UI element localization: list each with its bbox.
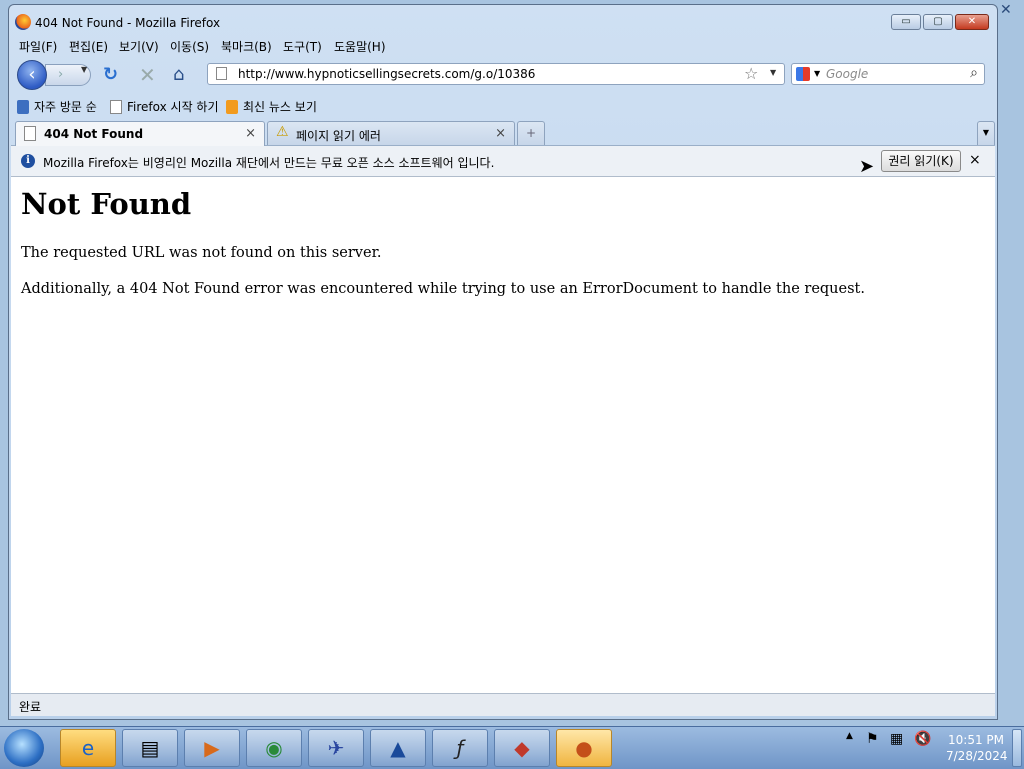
error-message: The requested URL was not found on this …: [21, 245, 382, 261]
menu-view[interactable]: 보기(V): [119, 38, 159, 55]
url-text[interactable]: http://www.hypnoticsellingsecrets.com/g.…: [238, 67, 535, 81]
page-icon: [110, 100, 122, 114]
start-button[interactable]: [4, 729, 44, 767]
menu-edit[interactable]: 편집(E): [69, 38, 108, 55]
jet-icon[interactable]: ✈: [308, 729, 364, 767]
bookmark-label: Firefox 시작 하기: [127, 100, 219, 114]
firefox-icon: [15, 14, 31, 30]
url-bar[interactable]: http://www.hypnoticsellingsecrets.com/g.…: [207, 63, 785, 85]
home-icon[interactable]: ⌂: [173, 65, 184, 85]
page-content: Not Found The requested URL was not foun…: [11, 177, 995, 693]
notification-close-icon[interactable]: ×: [969, 152, 981, 168]
internet-explorer-icon[interactable]: e: [60, 729, 116, 767]
new-tab-button[interactable]: +: [517, 121, 545, 145]
clock-date[interactable]: 7/28/2024: [946, 749, 1008, 763]
show-hidden-icons[interactable]: ▲: [846, 731, 853, 741]
page-heading: Not Found: [21, 187, 192, 221]
bookmark-getting-started[interactable]: Firefox 시작 하기: [110, 98, 219, 115]
stop-icon[interactable]: ✕: [139, 65, 156, 85]
close-button[interactable]: ✕: [955, 14, 989, 30]
error-details: Additionally, a 404 Not Found error was …: [21, 281, 865, 297]
url-dropdown-icon[interactable]: ▼: [770, 68, 776, 77]
page-icon: [216, 67, 227, 80]
search-bar[interactable]: ▼ Google ⌕: [791, 63, 985, 85]
reload-icon[interactable]: ↻: [103, 65, 118, 85]
notification-bar: i Mozilla Firefox는 비영리인 Mozilla 재단에서 만드는…: [11, 146, 995, 177]
show-desktop-button[interactable]: [1012, 729, 1022, 767]
tab-close-icon[interactable]: ×: [245, 126, 256, 141]
most-visited-icon: [17, 100, 29, 114]
navigation-toolbar: › ▼ ‹ ↻ ✕ ⌂ http://www.hypnoticsellingse…: [11, 57, 995, 93]
know-your-rights-button[interactable]: 권리 읽기(K): [881, 150, 961, 172]
search-engine-dropdown-icon[interactable]: ▼: [814, 69, 820, 78]
minimize-button[interactable]: ▭: [891, 14, 921, 30]
page-icon: [24, 126, 36, 141]
history-dropdown-icon[interactable]: ▼: [81, 65, 87, 74]
flag-icon[interactable]: ⚑: [866, 731, 879, 747]
tab-page-load-error[interactable]: ⚠ 페이지 읽기 에러 ×: [267, 121, 515, 145]
bookmark-star-icon[interactable]: ☆: [744, 64, 758, 83]
info-icon: i: [21, 154, 35, 168]
notification-text: Mozilla Firefox는 비영리인 Mozilla 재단에서 만드는 무…: [43, 156, 495, 170]
firefox-taskbar-icon[interactable]: ●: [556, 729, 612, 767]
status-bar: 완료: [11, 693, 995, 716]
google-icon[interactable]: [796, 67, 810, 81]
status-text: 완료: [19, 700, 42, 714]
search-icon[interactable]: ⌕: [970, 65, 978, 81]
tab-strip: 404 Not Found × ⚠ 페이지 읽기 에러 × + ▼: [11, 119, 995, 146]
tab-close-icon[interactable]: ×: [495, 126, 506, 141]
network-icon[interactable]: ◉: [246, 729, 302, 767]
bookmark-label: 자주 방문 순: [34, 100, 97, 114]
bookmark-most-visited[interactable]: 자주 방문 순: [17, 98, 97, 115]
warning-icon: ⚠: [276, 124, 289, 140]
tab-label: 페이지 읽기 에러: [296, 129, 381, 143]
rss-icon: [226, 100, 238, 114]
flash-icon[interactable]: ƒ: [432, 729, 488, 767]
firefox-window: 404 Not Found - Mozilla Firefox ▭ ▢ ✕ 파일…: [8, 4, 998, 720]
title-bar: 404 Not Found - Mozilla Firefox ▭ ▢ ✕: [9, 5, 997, 35]
bookmark-latest-news[interactable]: 최신 뉴스 보기: [226, 98, 317, 115]
bookmark-label: 최신 뉴스 보기: [243, 100, 317, 114]
volume-mute-icon[interactable]: 🔇: [914, 731, 931, 747]
taskbar: e ▤ ▶ ◉ ✈ ▲ ƒ ◆ ● ▲ ⚑ ▦ 🔇 10:51 PM 7/28/…: [0, 726, 1024, 769]
window-title: 404 Not Found - Mozilla Firefox: [35, 16, 221, 30]
back-button[interactable]: ‹: [17, 60, 47, 90]
tab-label: 404 Not Found: [44, 127, 144, 141]
tab-list-dropdown-icon[interactable]: ▼: [977, 121, 995, 145]
tab-404-not-found[interactable]: 404 Not Found ×: [15, 121, 265, 146]
media-player-icon[interactable]: ▶: [184, 729, 240, 767]
mouse-cursor-icon: ➤: [859, 156, 875, 177]
network-tray-icon[interactable]: ▦: [890, 731, 903, 747]
media-icon[interactable]: ◆: [494, 729, 550, 767]
menu-go[interactable]: 이동(S): [170, 38, 209, 55]
maximize-button[interactable]: ▢: [923, 14, 953, 30]
file-explorer-icon[interactable]: ▤: [122, 729, 178, 767]
search-input[interactable]: Google: [826, 67, 868, 81]
menu-bookmarks[interactable]: 북마크(B): [221, 38, 272, 55]
menu-tools[interactable]: 도구(T): [283, 38, 322, 55]
menu-file[interactable]: 파일(F): [19, 38, 57, 55]
background-close-icon[interactable]: ✕: [1000, 2, 1012, 18]
bookmarks-toolbar: 자주 방문 순 Firefox 시작 하기 최신 뉴스 보기: [11, 95, 995, 117]
menu-help[interactable]: 도움말(H): [334, 38, 386, 55]
menu-bar: 파일(F) 편집(E) 보기(V) 이동(S) 북마크(B) 도구(T) 도움말…: [11, 35, 995, 55]
rocket-icon[interactable]: ▲: [370, 729, 426, 767]
clock-time[interactable]: 10:51 PM: [948, 733, 1004, 747]
